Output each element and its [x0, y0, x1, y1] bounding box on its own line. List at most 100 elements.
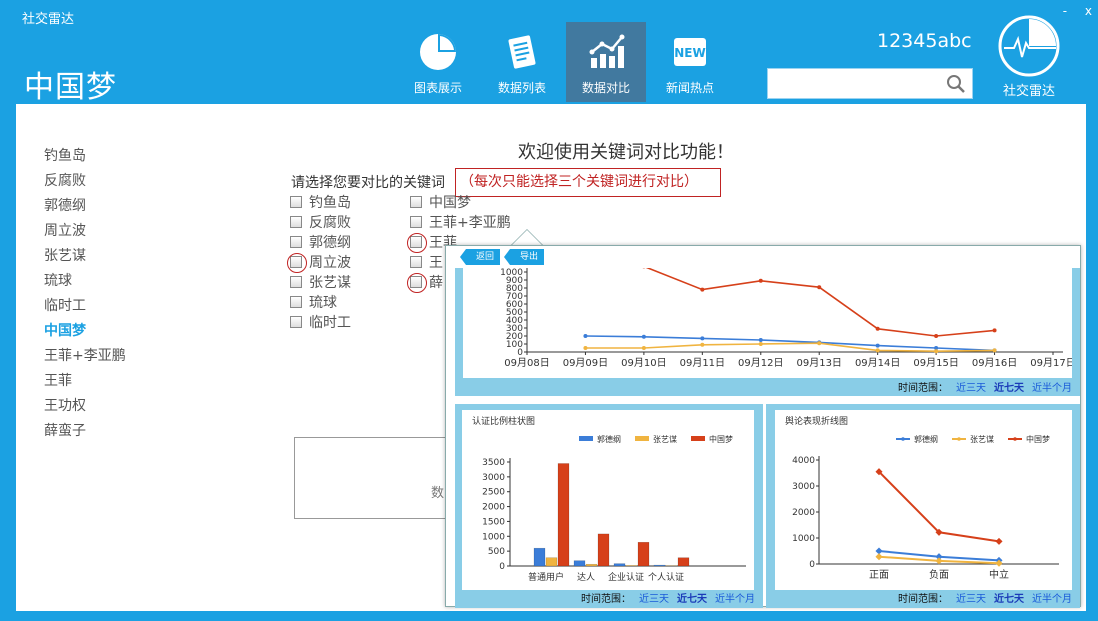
y-tick-label: 2500 — [482, 488, 505, 498]
bar-郭德纲 — [573, 560, 586, 567]
legend-swatch — [579, 436, 593, 441]
window-title: 社交雷达 — [22, 12, 75, 27]
bar-chart-panel: 认证比例柱状图 郭德纲 张艺谋 中国梦 0 500 1000 1500 2000 2500 3000… — [455, 404, 763, 608]
svg-text:NEW: NEW — [674, 46, 705, 60]
data-point — [817, 341, 822, 346]
y-tick-label: 0 — [499, 562, 505, 572]
sidebar-item[interactable]: 张艺谋 — [44, 244, 126, 269]
sentiment-line-chart: 舆论表现折线图郭德纲 张艺谋 中国梦 0 1000 2000 3000 4000 正面 负面 中立 — [785, 415, 1059, 581]
range-3-days[interactable]: 近三天 — [956, 383, 986, 394]
sidebar-item[interactable]: 钓鱼岛 — [44, 144, 126, 169]
checkbox[interactable] — [290, 316, 302, 328]
sidebar-item[interactable]: 琉球 — [44, 269, 126, 294]
sidebar-item-active[interactable]: 中国梦 — [44, 319, 126, 344]
data-point — [700, 336, 705, 341]
sidebar-item[interactable]: 郭德纲 — [44, 194, 126, 219]
y-tick-label: 1500 — [482, 517, 505, 527]
legend-marker — [1013, 437, 1017, 441]
data-point — [875, 326, 880, 331]
keyword-checkbox[interactable]: 琉球 — [290, 292, 351, 312]
legend-label: 张艺谋 — [970, 434, 994, 444]
nav-news-hot[interactable]: NEW 新闻热点 — [650, 22, 730, 102]
range-3-days[interactable]: 近三天 — [639, 594, 669, 605]
range-7-days[interactable]: 近七天 — [994, 594, 1024, 605]
checkbox[interactable] — [287, 253, 307, 273]
data-point — [817, 285, 822, 290]
x-tick-label: 达人 — [577, 571, 595, 583]
export-button[interactable]: 导出 — [503, 249, 545, 265]
sidebar-item[interactable]: 临时工 — [44, 294, 126, 319]
x-tick-label: 负面 — [929, 568, 949, 581]
keyword-checkbox[interactable]: 反腐败 — [290, 212, 351, 232]
data-point — [875, 343, 880, 348]
data-point — [875, 553, 883, 561]
data-point — [995, 537, 1003, 545]
bar-trend-icon — [585, 31, 627, 73]
y-tick-label: 3000 — [792, 482, 815, 492]
y-tick-label: 2000 — [792, 508, 815, 518]
x-tick-label: 09月15日 — [913, 357, 958, 369]
data-point — [934, 334, 939, 338]
checkbox[interactable] — [410, 216, 422, 228]
select-prompt: 请选择您要对比的关键词 — [291, 175, 445, 191]
legend-label: 郭德纲 — [914, 434, 938, 444]
x-tick-label: 09月08日 — [504, 357, 549, 369]
data-point — [641, 334, 646, 339]
range-3-days[interactable]: 近三天 — [956, 594, 986, 605]
sidebar-item[interactable]: 王菲+李亚鹏 — [44, 344, 126, 369]
y-tick-label: 4000 — [792, 456, 815, 466]
range-half-month[interactable]: 近半个月 — [1032, 594, 1072, 605]
radar-logo-icon[interactable] — [998, 15, 1060, 77]
search-icon[interactable] — [946, 74, 966, 98]
nav-chart-display[interactable]: 图表展示 — [398, 22, 478, 102]
bar-郭德纲 — [613, 563, 626, 567]
checkbox[interactable] — [410, 196, 422, 208]
search-box — [767, 68, 973, 99]
nav-label: 图表展示 — [413, 81, 462, 95]
range-7-days[interactable]: 近七天 — [994, 383, 1024, 394]
checkbox[interactable] — [410, 256, 422, 268]
series-line-中国梦 — [643, 265, 995, 337]
data-point — [758, 278, 763, 283]
bar-郭德纲 — [653, 564, 666, 567]
minimize-button[interactable]: - — [1063, 4, 1067, 18]
sidebar-item[interactable]: 王菲 — [44, 369, 126, 394]
nav-label: 数据列表 — [497, 81, 546, 95]
range-half-month[interactable]: 近半个月 — [715, 594, 755, 605]
checkbox[interactable] — [290, 196, 302, 208]
checkbox[interactable] — [290, 296, 302, 308]
x-tick-label: 正面 — [869, 570, 889, 581]
search-input[interactable] — [768, 69, 938, 98]
checkbox[interactable] — [407, 233, 427, 253]
time-range-bar: 时间范围： 近三天 近七天 近半个月 — [898, 383, 1072, 394]
checkbox[interactable] — [290, 276, 302, 288]
checkbox[interactable] — [407, 273, 427, 293]
trend-line-chart: 0100200300400500600700800900100009月08日 09… — [500, 264, 1076, 369]
sidebar-item[interactable]: 薛蛮子 — [44, 419, 126, 444]
checkbox[interactable] — [290, 236, 302, 248]
keyword-checkbox[interactable]: 周立波 — [287, 252, 351, 273]
range-7-days[interactable]: 近七天 — [677, 594, 707, 605]
keyword-checkbox[interactable]: 临时工 — [290, 312, 351, 332]
checkbox[interactable] — [290, 216, 302, 228]
x-tick-label: 09月12日 — [738, 357, 783, 369]
keyword-checkbox[interactable]: 张艺谋 — [290, 272, 351, 292]
sidebar-item[interactable]: 王功权 — [44, 394, 126, 419]
sidebar-item[interactable]: 周立波 — [44, 219, 126, 244]
nav-data-list[interactable]: 数据列表 — [482, 22, 562, 102]
back-button[interactable]: 返回 — [459, 249, 501, 265]
y-tick-label: 1000 — [482, 532, 505, 542]
close-button[interactable]: x — [1085, 4, 1092, 18]
y-tick-label: 1000 — [792, 534, 815, 544]
bar-中国梦 — [597, 533, 610, 567]
keyword-checkbox[interactable]: 郭德纲 — [290, 232, 351, 252]
sentiment-chart-panel: 舆论表现折线图 郭德纲 张艺谋 中国梦 0 1000 2000 3000 4000 正面 负面 中立 … — [766, 404, 1080, 608]
range-half-month[interactable]: 近半个月 — [1032, 383, 1072, 394]
keyword-sidebar: 钓鱼岛 反腐败 郭德纲 周立波 张艺谋 琉球 临时工 中国梦 王菲+李亚鹏 王菲… — [44, 144, 126, 444]
keyword-checkbox[interactable]: 钓鱼岛 — [290, 192, 351, 212]
nav-data-compare[interactable]: 数据对比 — [566, 22, 646, 102]
keyword-checkbox[interactable]: 王菲+李亚鹏 — [410, 212, 511, 232]
keyword-checkbox[interactable]: 中国梦 — [410, 192, 511, 212]
sidebar-item[interactable]: 反腐败 — [44, 169, 126, 194]
legend-marker — [901, 437, 905, 441]
